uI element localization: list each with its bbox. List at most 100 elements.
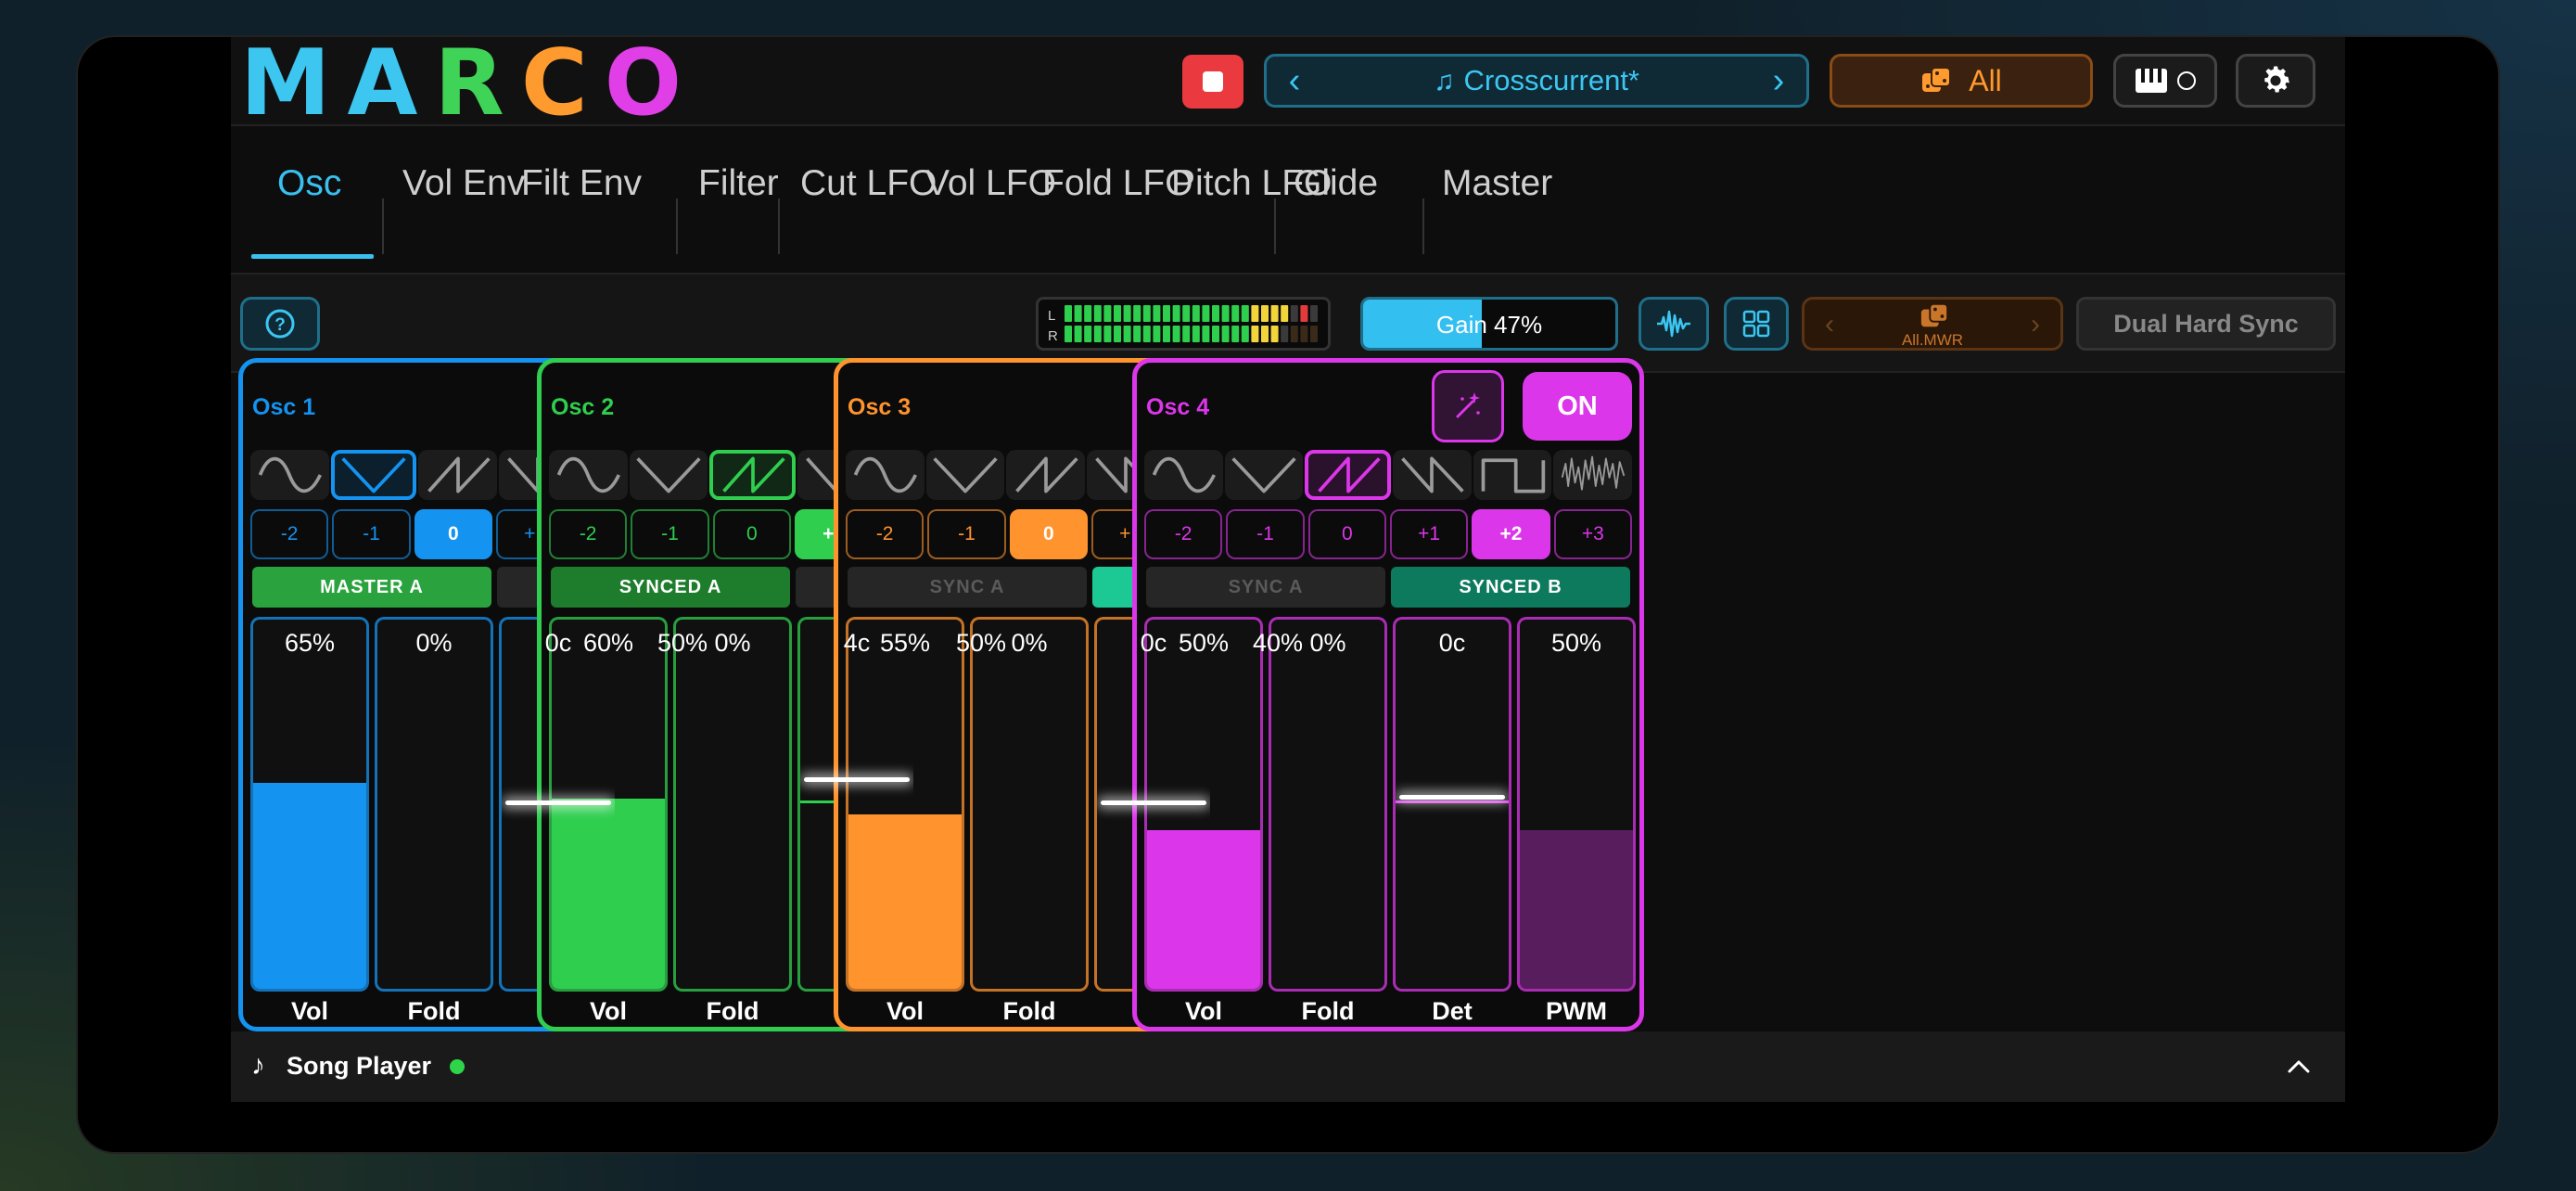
slider-fold[interactable]: 0% — [673, 617, 792, 992]
slider-label: Fold — [1301, 997, 1355, 1025]
randomize-all-button[interactable]: All — [1830, 54, 2093, 108]
grid-view-button[interactable] — [1724, 297, 1789, 351]
slider-vol[interactable]: 55% — [846, 617, 964, 992]
osc-title: Osc 2 — [551, 394, 615, 420]
octave-option[interactable]: +3 — [1553, 509, 1632, 559]
tab-vol-env[interactable]: Vol Env — [402, 163, 525, 204]
gain-slider[interactable]: Gain 47% — [1360, 297, 1618, 351]
meter-segment — [1251, 305, 1259, 322]
octave-option[interactable]: +2 — [1472, 509, 1550, 559]
slider-det[interactable]: 0c — [1393, 617, 1511, 992]
next-random-button[interactable]: › — [2031, 309, 2040, 340]
meter-segment — [1103, 326, 1112, 342]
osc-title: Osc 3 — [848, 394, 912, 420]
octave-option[interactable]: -2 — [1144, 509, 1223, 559]
sync-option[interactable]: MASTER A — [252, 567, 491, 608]
sync-option[interactable]: SYNC A — [848, 567, 1087, 608]
slider-vol[interactable]: 65% — [250, 617, 369, 992]
random-preset-selector[interactable]: ‹ All.MWR › — [1802, 297, 2063, 351]
meter-segment — [1093, 305, 1102, 322]
sync-option[interactable]: SYNCED A — [551, 567, 790, 608]
preset-name[interactable]: ♫ Crosscurrent* — [1322, 64, 1751, 97]
waveform-option[interactable] — [330, 450, 417, 500]
stop-square-icon — [1203, 71, 1223, 92]
tab-separator — [1274, 198, 1276, 254]
octave-option[interactable]: -1 — [332, 509, 411, 559]
meter-segment — [1182, 326, 1191, 342]
slider-pwm[interactable]: 50% — [1517, 617, 1636, 992]
all-label: All — [1969, 63, 2002, 97]
waveform-option[interactable] — [1393, 450, 1472, 500]
tab-cut-lfo[interactable]: Cut LFO — [800, 163, 937, 204]
tab-glide[interactable]: Glide — [1294, 163, 1378, 204]
waveform-option[interactable] — [1224, 450, 1304, 500]
tab-filter[interactable]: Filter — [698, 163, 779, 204]
tab-vol-lfo[interactable]: Vol LFO — [925, 163, 1056, 204]
slider-fold[interactable]: 0% — [1269, 617, 1387, 992]
record-circle-icon — [2177, 71, 2196, 90]
chevron-up-icon[interactable] — [2280, 1048, 2317, 1085]
detune-marker[interactable] — [804, 777, 910, 783]
octave-option[interactable]: -1 — [1226, 509, 1305, 559]
tab-osc[interactable]: Osc — [277, 163, 341, 204]
waveform-option[interactable] — [709, 450, 797, 500]
waveform-option[interactable] — [629, 450, 708, 500]
octave-option[interactable]: 0 — [1307, 509, 1386, 559]
song-player-bar[interactable]: ♪ Song Player — [231, 1031, 2345, 1102]
slider-value: 0% — [1309, 629, 1346, 657]
octave-option[interactable]: -1 — [927, 509, 1006, 559]
slider-fill — [1147, 829, 1260, 989]
octave-option[interactable]: 0 — [1009, 509, 1088, 559]
octave-option[interactable]: 0 — [414, 509, 492, 559]
waveform-option[interactable] — [1305, 450, 1392, 500]
sync-option[interactable]: SYNCED B — [1391, 567, 1630, 608]
meter-segment — [1153, 305, 1161, 322]
keyboard-toggle-button[interactable] — [2113, 54, 2217, 108]
waveform-view-button[interactable] — [1639, 297, 1709, 351]
osc-on-toggle[interactable]: ON — [1523, 372, 1632, 441]
octave-option[interactable]: -1 — [631, 509, 709, 559]
settings-button[interactable] — [2236, 54, 2315, 108]
prev-preset-button[interactable]: ‹ — [1267, 61, 1322, 101]
slider-fold[interactable]: 0% — [375, 617, 493, 992]
waveform-option[interactable] — [1553, 450, 1633, 500]
song-player-label: Song Player — [287, 1052, 432, 1080]
meter-segment — [1074, 326, 1082, 342]
detune-marker[interactable] — [1101, 800, 1206, 806]
octave-option[interactable]: -2 — [549, 509, 628, 559]
meter-segment — [1142, 326, 1151, 342]
tab-filt-env[interactable]: Filt Env — [521, 163, 642, 204]
detune-marker[interactable] — [505, 800, 611, 806]
waveform-option[interactable] — [1006, 450, 1086, 500]
stop-button[interactable] — [1182, 55, 1243, 109]
dual-hard-sync-button[interactable]: Dual Hard Sync — [2076, 297, 2336, 351]
randomize-osc-button[interactable] — [1432, 370, 1504, 442]
preset-selector[interactable]: ‹ ♫ Crosscurrent* › — [1264, 54, 1809, 108]
octave-option[interactable]: +1 — [1389, 509, 1469, 559]
help-button[interactable]: ? — [240, 297, 320, 351]
slider-fold[interactable]: 0% — [970, 617, 1089, 992]
octave-option[interactable]: 0 — [712, 509, 791, 559]
preset-name-label: Crosscurrent* — [1463, 64, 1640, 96]
osc-panel-4: Osc 4 ON -2 -1 0 +1 +2 +3 SYNC A SYNCED B 50% 0% 0… — [1132, 358, 1644, 1031]
meter-segment — [1153, 326, 1161, 342]
waveform-option[interactable] — [250, 450, 329, 500]
meter-segment — [1065, 326, 1072, 342]
waveform-option[interactable] — [418, 450, 498, 500]
octave-selector: -2-10+1+2+3 — [1144, 509, 1632, 559]
waveform-option[interactable] — [925, 450, 1005, 500]
octave-option[interactable]: -2 — [250, 509, 329, 559]
sync-option[interactable]: SYNC A — [1146, 567, 1385, 608]
meter-segment — [1133, 326, 1141, 342]
next-preset-button[interactable]: › — [1751, 61, 1806, 101]
detune-marker[interactable] — [1399, 794, 1505, 800]
waveform-option[interactable] — [1144, 450, 1223, 500]
octave-option[interactable]: -2 — [846, 509, 925, 559]
gear-icon — [2264, 66, 2289, 93]
meter-label-left: L — [1048, 308, 1055, 324]
waveform-option[interactable] — [846, 450, 925, 500]
tab-master[interactable]: Master — [1442, 163, 1552, 204]
waveform-option[interactable] — [1473, 450, 1552, 500]
slider-fill — [1520, 829, 1633, 989]
waveform-option[interactable] — [549, 450, 628, 500]
